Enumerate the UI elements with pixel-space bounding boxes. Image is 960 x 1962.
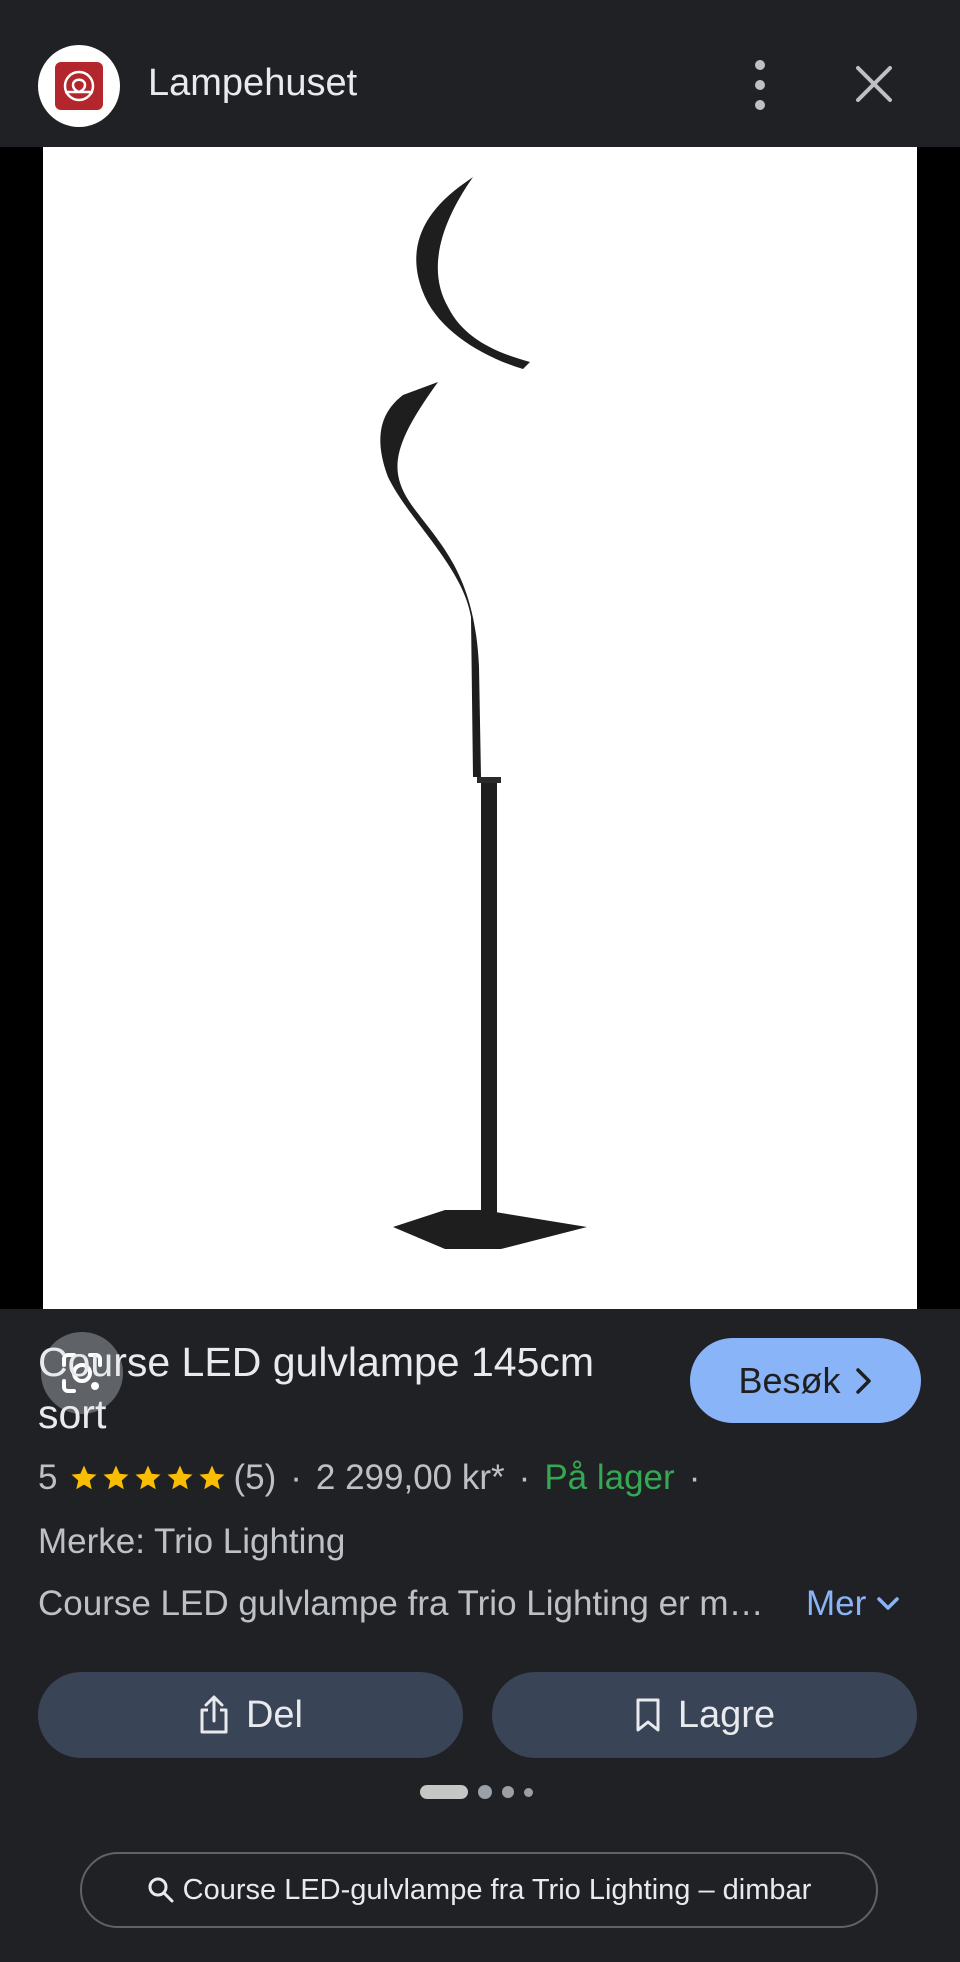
separator: · (518, 1458, 531, 1497)
lampehuset-logo-icon (55, 62, 103, 110)
share-button[interactable]: Del (38, 1672, 463, 1758)
brand-label: Merke: Trio Lighting (38, 1522, 346, 1561)
search-icon (148, 1877, 174, 1903)
bookmark-icon (636, 1698, 660, 1732)
star-icon (199, 1465, 225, 1490)
save-button[interactable]: Lagre (492, 1672, 917, 1758)
product-image[interactable] (43, 147, 917, 1309)
pager-dot[interactable] (502, 1786, 514, 1798)
separator: · (290, 1458, 302, 1497)
product-meta-row: 5 (5) · 2 299,00 kr* · På lager · (38, 1453, 938, 1503)
more-label: Mer (806, 1584, 867, 1623)
site-logo[interactable] (38, 45, 120, 127)
star-icon (167, 1465, 193, 1490)
more-options-icon[interactable] (740, 60, 780, 110)
related-search-chip[interactable]: Course LED-gulvlampe fra Trio Lighting –… (80, 1852, 878, 1928)
separator: · (688, 1458, 701, 1497)
stock-status: På lager (544, 1458, 675, 1497)
visit-button[interactable]: Besøk (690, 1338, 921, 1423)
pager-dot[interactable] (478, 1785, 492, 1799)
site-name[interactable]: Lampehuset (148, 60, 357, 106)
chevron-right-icon (855, 1367, 871, 1394)
chevron-down-icon (877, 1597, 900, 1610)
rating-stars (69, 1463, 227, 1493)
image-viewer (0, 147, 960, 1414)
rating-value: 5 (38, 1458, 58, 1497)
product-title[interactable]: Course LED gulvlampe 145cm sort (38, 1336, 658, 1440)
carousel-pager (420, 1785, 533, 1799)
close-icon[interactable] (852, 62, 896, 106)
related-search-text: Course LED-gulvlampe fra Trio Lighting –… (182, 1873, 812, 1906)
share-icon (200, 1695, 228, 1734)
price: 2 299,00 kr* (315, 1458, 505, 1497)
star-icon (71, 1465, 97, 1490)
review-count[interactable]: (5) (233, 1458, 276, 1498)
share-label: Del (245, 1693, 304, 1736)
pager-dot[interactable] (524, 1787, 533, 1797)
visit-button-label: Besøk (738, 1359, 841, 1401)
pager-dot-active[interactable] (420, 1785, 468, 1799)
product-description: Course LED gulvlampe fra Trio Lighting e… (38, 1584, 778, 1623)
more-button[interactable]: Mer (806, 1584, 900, 1624)
star-icon (103, 1465, 129, 1490)
save-label: Lagre (677, 1693, 776, 1736)
star-icon (135, 1465, 161, 1490)
top-bar: Lampehuset (0, 0, 960, 147)
